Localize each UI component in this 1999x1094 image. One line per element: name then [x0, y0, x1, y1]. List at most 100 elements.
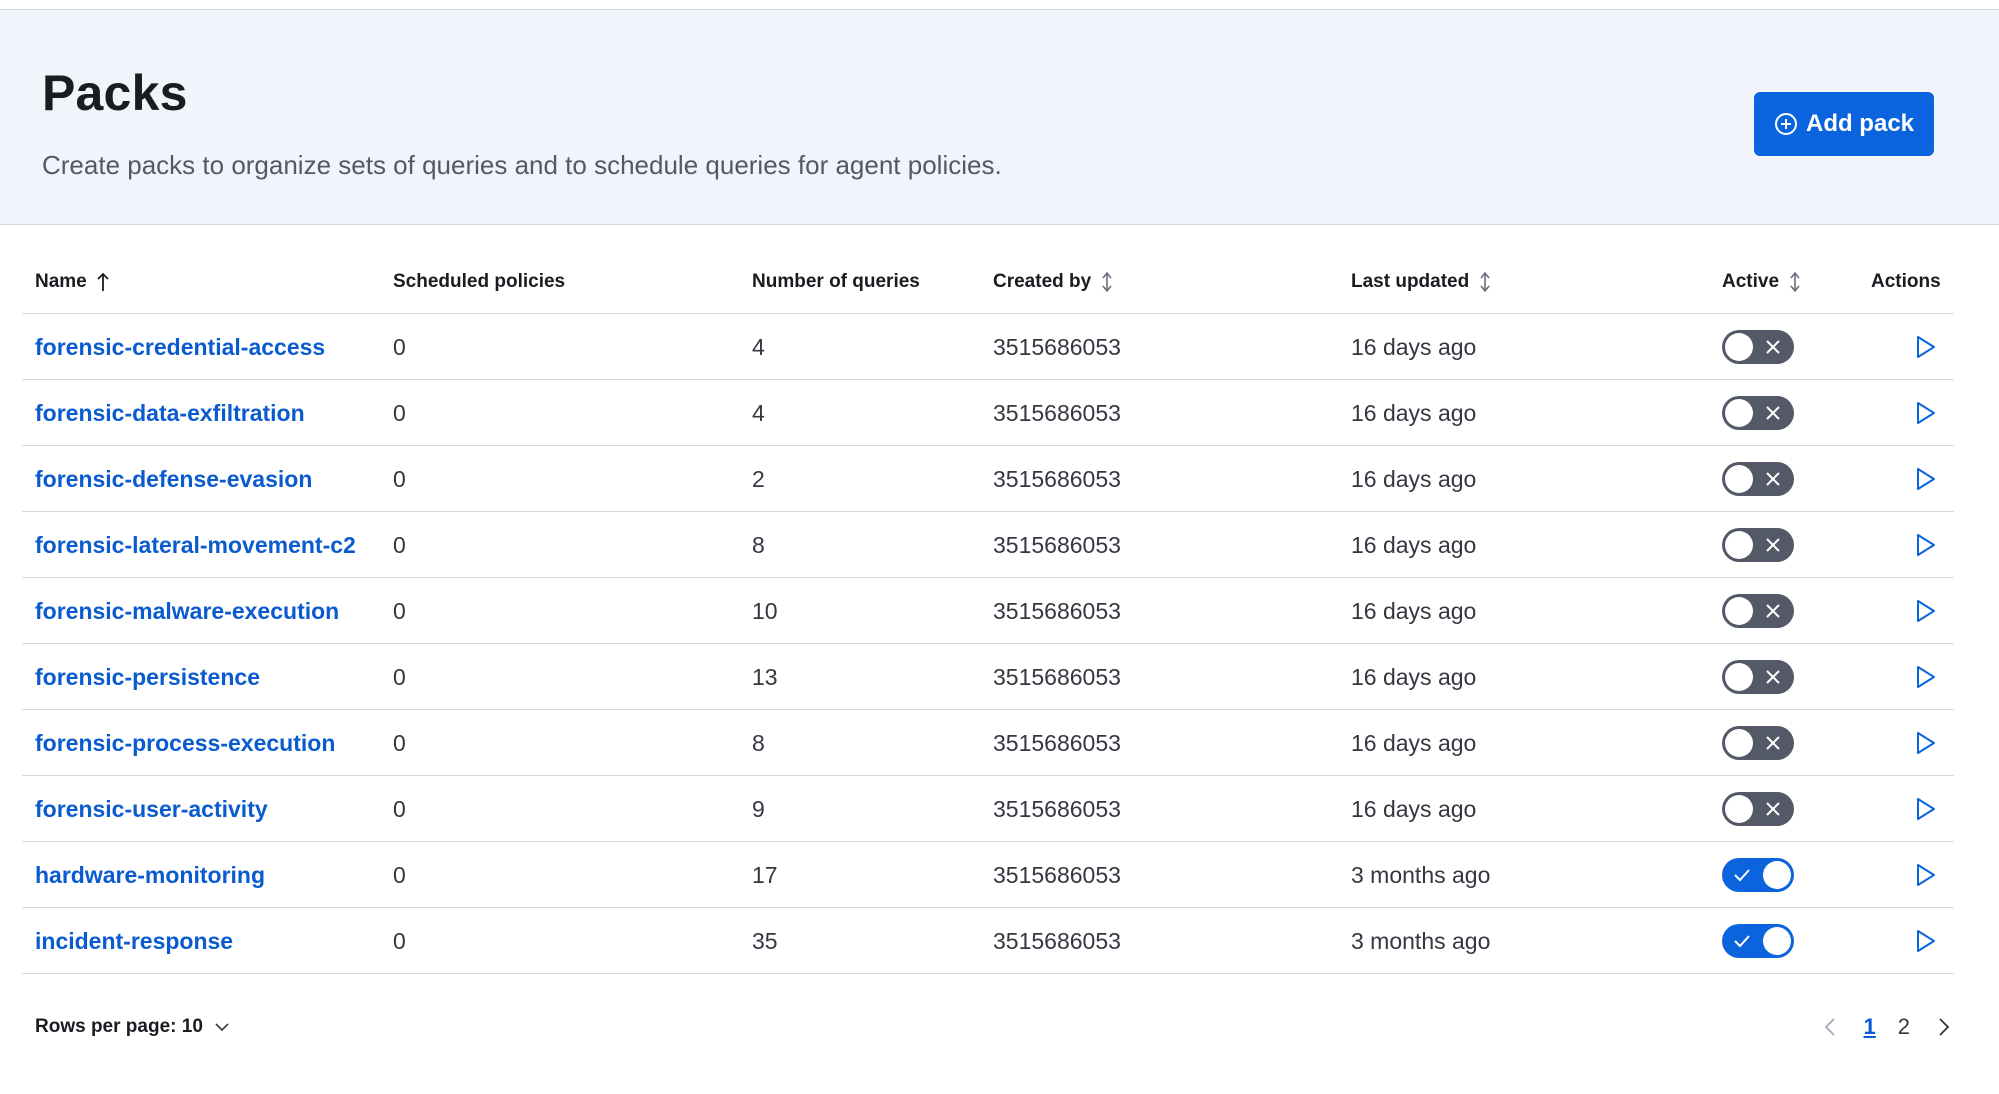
pack-name-link[interactable]: forensic-user-activity — [35, 776, 268, 842]
last-updated-value: 16 days ago — [1351, 465, 1477, 492]
cross-icon — [1766, 340, 1780, 354]
scheduled-policies-value: 0 — [393, 333, 406, 360]
play-icon[interactable] — [1911, 795, 1939, 823]
cross-icon — [1766, 802, 1780, 816]
play-icon[interactable] — [1911, 729, 1939, 757]
chevron-right-icon[interactable] — [1932, 1016, 1954, 1038]
column-header-last-updated-label: Last updated — [1351, 271, 1470, 292]
active-toggle[interactable] — [1722, 858, 1794, 892]
scheduled-policies-value: 0 — [393, 861, 406, 888]
pagination: 1 2 — [1820, 1000, 1955, 1054]
page-header: Packs Create packs to organize sets of q… — [0, 10, 1999, 225]
cross-icon — [1766, 670, 1780, 684]
play-icon[interactable] — [1911, 333, 1939, 361]
pack-name-link[interactable]: forensic-process-execution — [35, 710, 335, 776]
active-toggle[interactable] — [1722, 396, 1794, 430]
pack-name-link[interactable]: hardware-monitoring — [35, 842, 265, 908]
add-pack-label: Add pack — [1805, 110, 1915, 137]
active-toggle[interactable] — [1722, 792, 1794, 826]
pack-name-link[interactable]: forensic-lateral-movement-c2 — [35, 512, 356, 578]
active-cell — [1722, 512, 1794, 578]
toggle-knob — [1725, 663, 1753, 691]
toggle-knob — [1725, 465, 1753, 493]
pack-name-link[interactable]: forensic-credential-access — [35, 314, 325, 380]
toggle-knob — [1725, 399, 1753, 427]
last-updated-value: 16 days ago — [1351, 663, 1477, 690]
column-header-active[interactable]: Active — [1722, 250, 1803, 314]
toggle-knob — [1725, 729, 1753, 757]
pack-name-link[interactable]: incident-response — [35, 908, 233, 974]
last-updated-value: 16 days ago — [1351, 795, 1477, 822]
active-toggle[interactable] — [1722, 594, 1794, 628]
toggle-knob — [1725, 333, 1753, 361]
pack-name-link[interactable]: forensic-malware-execution — [35, 578, 339, 644]
column-header-created-by[interactable]: Created by — [993, 250, 1115, 314]
play-icon[interactable] — [1911, 663, 1939, 691]
last-updated-value: 3 months ago — [1351, 861, 1491, 888]
page-description: Create packs to organize sets of queries… — [42, 150, 1002, 180]
rows-per-page-dropdown[interactable]: Rows per page: 10 — [35, 1000, 231, 1054]
column-header-num-queries-label: Number of queries — [752, 271, 920, 292]
toggle-knob — [1763, 861, 1791, 889]
active-cell — [1722, 380, 1794, 446]
column-header-name-label: Name — [35, 271, 87, 292]
active-toggle[interactable] — [1722, 726, 1794, 760]
column-header-created-by-label: Created by — [993, 271, 1092, 292]
play-icon[interactable] — [1911, 597, 1939, 625]
chevron-left-icon[interactable] — [1820, 1016, 1842, 1038]
scheduled-policies-value: 0 — [393, 663, 406, 690]
page-title: Packs — [42, 65, 188, 121]
pack-name-link[interactable]: forensic-persistence — [35, 644, 260, 710]
active-cell — [1722, 842, 1794, 908]
active-toggle[interactable] — [1722, 528, 1794, 562]
number-of-queries-value: 10 — [752, 597, 778, 624]
play-icon[interactable] — [1911, 927, 1939, 955]
sort-icon — [1480, 271, 1490, 293]
created-by-value: 3515686053 — [993, 663, 1121, 690]
number-of-queries-value: 35 — [752, 927, 778, 954]
add-pack-button[interactable]: Add pack — [1754, 92, 1934, 156]
scheduled-policies-value: 0 — [393, 729, 406, 756]
number-of-queries-value: 4 — [752, 399, 765, 426]
table-row: forensic-credential-access 0 4 3515686053 16… — [22, 314, 1954, 380]
active-cell — [1722, 314, 1794, 380]
table-row: forensic-user-activity 0 9 3515686053 16 day… — [22, 776, 1954, 842]
active-toggle[interactable] — [1722, 462, 1794, 496]
toggle-knob — [1763, 927, 1791, 955]
active-cell — [1722, 446, 1794, 512]
number-of-queries-value: 17 — [752, 861, 778, 888]
column-header-scheduled-policies: Scheduled policies — [393, 250, 565, 314]
active-toggle[interactable] — [1722, 924, 1794, 958]
created-by-value: 3515686053 — [993, 399, 1121, 426]
page-2-link[interactable]: 2 — [1898, 1014, 1910, 1040]
chevron-down-icon — [215, 1023, 229, 1032]
active-cell — [1722, 578, 1794, 644]
column-header-last-updated[interactable]: Last updated — [1351, 250, 1493, 314]
active-toggle[interactable] — [1722, 660, 1794, 694]
scheduled-policies-value: 0 — [393, 927, 406, 954]
pack-name-link[interactable]: forensic-data-exfiltration — [35, 380, 305, 446]
created-by-value: 3515686053 — [993, 729, 1121, 756]
toggle-knob — [1725, 795, 1753, 823]
number-of-queries-value: 8 — [752, 531, 765, 558]
play-icon[interactable] — [1911, 399, 1939, 427]
rows-per-page-label: Rows per page: 10 — [35, 1016, 203, 1037]
table-footer: Rows per page: 10 1 2 — [22, 1000, 1954, 1054]
created-by-value: 3515686053 — [993, 465, 1121, 492]
play-icon[interactable] — [1911, 861, 1939, 889]
cross-icon — [1766, 538, 1780, 552]
cross-icon — [1766, 406, 1780, 420]
column-header-name[interactable]: Name — [35, 250, 111, 314]
column-header-active-label: Active — [1722, 271, 1780, 292]
column-header-actions: Actions — [1871, 250, 1941, 314]
play-icon[interactable] — [1911, 531, 1939, 559]
packs-table: Name Scheduled policies Number of querie… — [22, 250, 1954, 974]
pack-name-link[interactable]: forensic-defense-evasion — [35, 446, 312, 512]
page-1-link[interactable]: 1 — [1864, 1014, 1876, 1040]
number-of-queries-value: 8 — [752, 729, 765, 756]
active-cell — [1722, 776, 1794, 842]
number-of-queries-value: 13 — [752, 663, 778, 690]
active-toggle[interactable] — [1722, 330, 1794, 364]
play-icon[interactable] — [1911, 465, 1939, 493]
number-of-queries-value: 2 — [752, 465, 765, 492]
